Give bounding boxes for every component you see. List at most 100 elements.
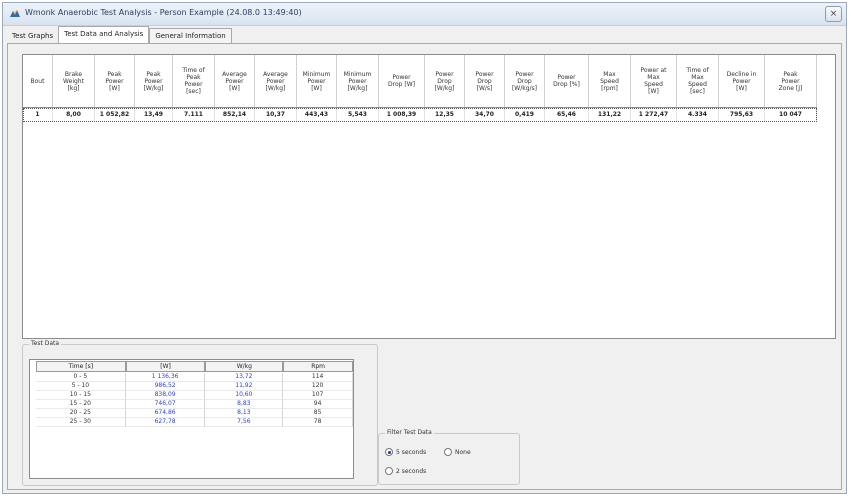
radio-checked-icon [385, 448, 393, 456]
table-cell: 114 [283, 373, 353, 382]
radio-none-label: None [455, 448, 471, 456]
column-header[interactable]: Minimum Power [W] [297, 55, 337, 107]
column-header[interactable]: Rpm [283, 361, 353, 372]
table-cell: 10 047 [765, 108, 817, 122]
column-header[interactable]: Time [s] [36, 361, 126, 372]
table-cell: 4.334 [677, 108, 719, 122]
radio-2-seconds[interactable]: 2 seconds [385, 467, 426, 475]
table-row[interactable]: 15 - 20 746,07 8,83 94 [36, 400, 353, 409]
tab-test-graphs[interactable]: Test Graphs [7, 29, 58, 43]
table-cell: 1 052,82 [95, 108, 135, 122]
table-cell: 986,52 [125, 382, 206, 391]
table-cell: 7,56 [205, 418, 284, 427]
table-cell: 1 136,36 [125, 373, 206, 382]
column-header[interactable]: Peak Power [W/kg] [135, 55, 173, 107]
table-cell: 1 008,39 [379, 108, 425, 122]
results-table[interactable]: Bout Brake Weight [kg] Peak Power [W] Peak … [22, 54, 836, 339]
table-row[interactable]: 10 - 15 838,09 10,60 107 [36, 391, 353, 400]
table-cell: 25 - 30 [36, 418, 126, 427]
column-header[interactable]: Peak Power [W] [95, 55, 135, 107]
tab-panel: Bout Brake Weight [kg] Peak Power [W] Peak … [7, 43, 842, 490]
table-cell: 11,92 [205, 382, 284, 391]
table-row[interactable]: 25 - 30 627,78 7,56 78 [36, 418, 353, 427]
test-data-label: Test Data [29, 340, 62, 347]
test-data-table[interactable]: Time [s] [W] W/kg Rpm 0 - 51 136,36 13,72 114… [29, 359, 354, 479]
table-cell: 12,35 [425, 108, 465, 122]
table-row[interactable]: 1 8,00 1 052,82 13,49 7.111 852,14 10,37 443,43… [23, 108, 817, 122]
column-header[interactable]: Bout [23, 55, 53, 107]
table-cell: 674,86 [125, 409, 206, 418]
table-cell: 5,543 [337, 108, 379, 122]
table-cell: 13,72 [205, 373, 284, 382]
window-title: Wmonk Anaerobic Test Analysis - Person E… [25, 8, 302, 17]
table-cell: 1 [23, 108, 53, 122]
table-cell: 838,09 [125, 391, 206, 400]
column-header[interactable]: W/kg [205, 361, 284, 372]
column-header[interactable]: Power Drop [W/kg/s] [505, 55, 545, 107]
table-cell: 94 [283, 400, 353, 409]
column-header[interactable]: Power Drop [W/kg] [425, 55, 465, 107]
column-header[interactable]: Power Drop [W] [379, 55, 425, 107]
radio-5-seconds-label: 5 seconds [396, 448, 427, 456]
table-cell: 5 - 10 [36, 382, 126, 391]
filter-label: Filter Test Data [385, 429, 434, 436]
column-header[interactable]: Average Power [W] [215, 55, 255, 107]
close-button[interactable]: × [825, 6, 842, 22]
table-cell: 10 - 15 [36, 391, 126, 400]
column-header[interactable]: Power Drop [W/s] [465, 55, 505, 107]
radio-unchecked-icon [385, 467, 393, 475]
table-cell: 627,78 [125, 418, 206, 427]
tab-strip: Test Graphs Test Data and Analysis Gener… [7, 26, 232, 43]
table-cell: 443,43 [297, 108, 337, 122]
table-cell: 78 [283, 418, 353, 427]
table-cell: 20 - 25 [36, 409, 126, 418]
radio-unchecked-icon [444, 448, 452, 456]
filter-group: Filter Test Data 5 seconds None 2 second… [378, 429, 520, 485]
test-data-group: Test Data Time [s] [W] W/kg Rpm 0 - 51 136,… [22, 340, 378, 486]
table-cell: 852,14 [215, 108, 255, 122]
column-header[interactable]: Minimum Power [W/kg] [337, 55, 379, 107]
table-cell: 7.111 [173, 108, 215, 122]
column-header[interactable]: Time of Peak Power [sec] [173, 55, 215, 107]
column-header[interactable]: Power Drop [%] [545, 55, 589, 107]
test-data-body: 0 - 51 136,36 13,72 114 5 - 10 986,52 11,92 12… [30, 373, 353, 427]
column-header[interactable]: Power at Max Speed [W] [631, 55, 677, 107]
title-bar[interactable]: Wmonk Anaerobic Test Analysis - Person E… [3, 3, 846, 26]
results-table-header: Bout Brake Weight [kg] Peak Power [W] Peak … [23, 55, 817, 108]
test-data-header: Time [s] [W] W/kg Rpm [36, 361, 353, 373]
table-cell: 1 272,47 [631, 108, 677, 122]
app-window: Wmonk Anaerobic Test Analysis - Person E… [2, 2, 847, 494]
table-cell: 85 [283, 409, 353, 418]
radio-2-seconds-label: 2 seconds [396, 467, 427, 475]
table-cell: 10,60 [205, 391, 284, 400]
table-cell: 34,70 [465, 108, 505, 122]
radio-5-seconds[interactable]: 5 seconds [385, 448, 426, 456]
table-row[interactable]: 20 - 25 674,86 8,13 85 [36, 409, 353, 418]
table-cell: 8,83 [205, 400, 284, 409]
column-header[interactable]: Time of Max Speed [sec] [677, 55, 719, 107]
column-header[interactable]: Average Power [W/kg] [255, 55, 297, 107]
table-cell: 0,419 [505, 108, 545, 122]
table-cell: 746,07 [125, 400, 206, 409]
column-header[interactable]: Decline in Power [W] [719, 55, 765, 107]
table-row[interactable]: 0 - 51 136,36 13,72 114 [36, 373, 353, 382]
table-row[interactable]: 5 - 10 986,52 11,92 120 [36, 382, 353, 391]
table-cell: 107 [283, 391, 353, 400]
table-cell: 65,46 [545, 108, 589, 122]
table-cell: 13,49 [135, 108, 173, 122]
tab-general-information[interactable]: General Information [149, 28, 232, 43]
column-header[interactable]: Brake Weight [kg] [53, 55, 95, 107]
table-cell: 120 [283, 382, 353, 391]
column-header[interactable]: Max Speed [rpm] [589, 55, 631, 107]
table-cell: 10,37 [255, 108, 297, 122]
column-header[interactable]: Peak Power Zone [J] [765, 55, 817, 107]
app-logo-icon [10, 9, 20, 17]
table-cell: 131,22 [589, 108, 631, 122]
table-cell: 8,00 [53, 108, 95, 122]
column-header[interactable]: [W] [125, 361, 206, 372]
radio-none[interactable]: None [444, 448, 471, 456]
tab-test-data-and-analysis[interactable]: Test Data and Analysis [58, 26, 150, 43]
table-cell: 795,63 [719, 108, 765, 122]
table-cell: 8,13 [205, 409, 284, 418]
table-cell: 15 - 20 [36, 400, 126, 409]
